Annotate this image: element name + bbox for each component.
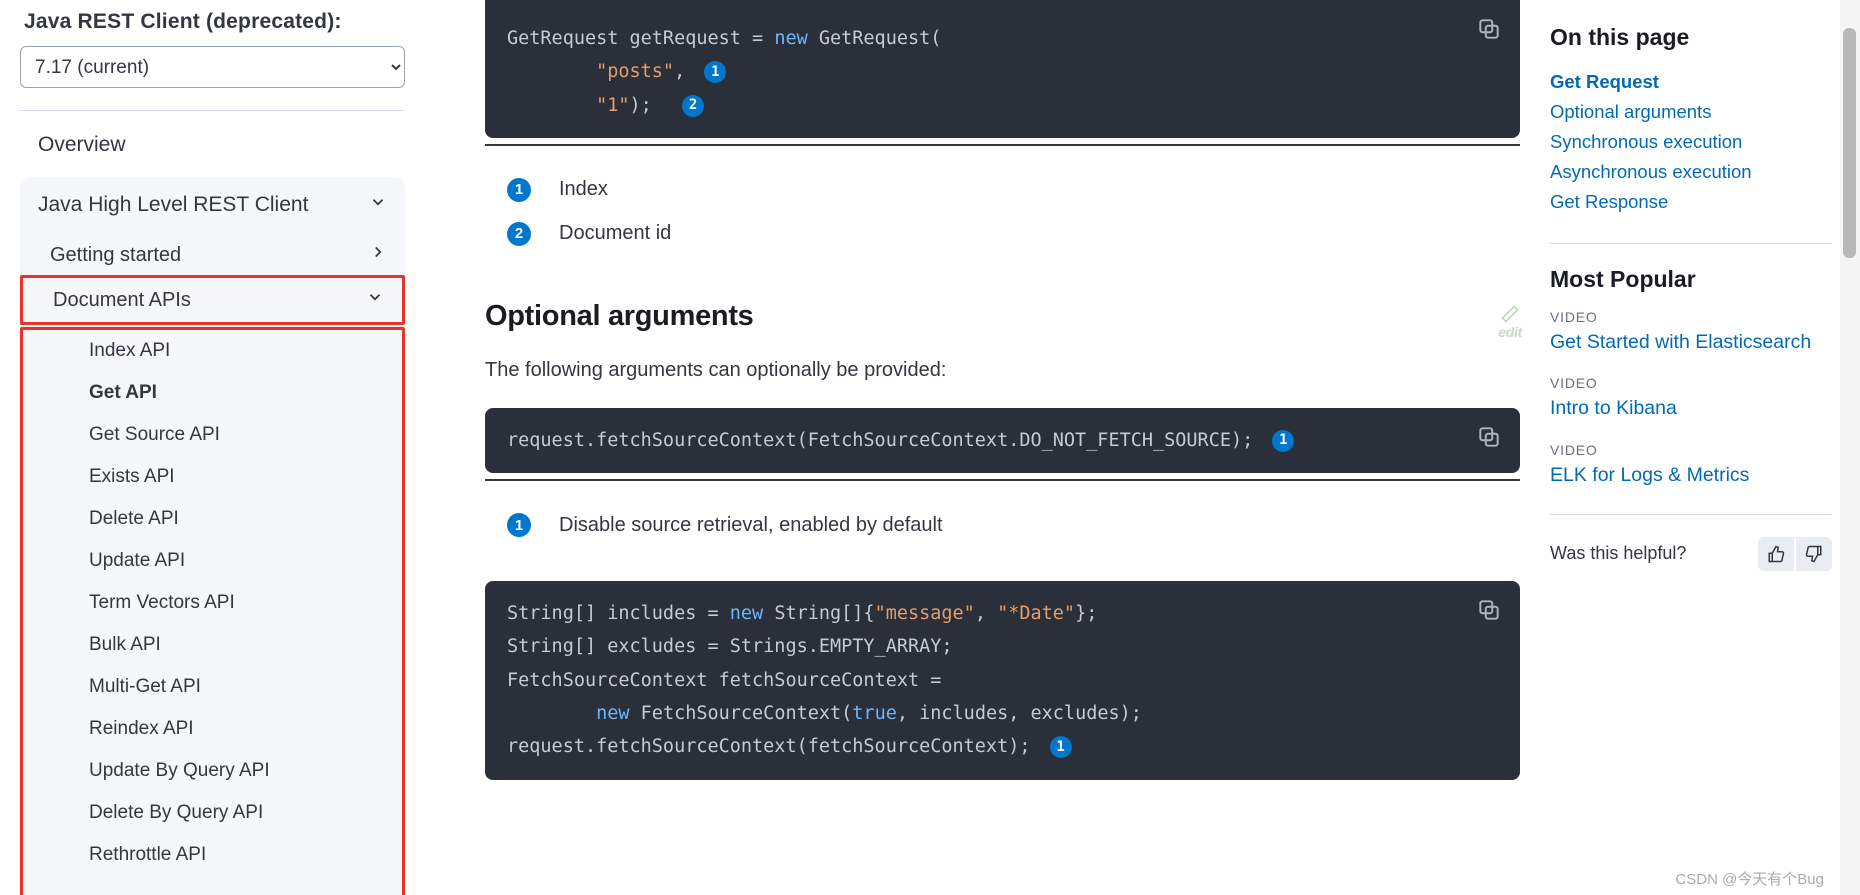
video-kicker: VIDEO bbox=[1550, 375, 1832, 391]
nav-getting-started[interactable]: Getting started bbox=[20, 233, 405, 277]
main-content: GetRequest getRequest = new GetRequest( … bbox=[445, 0, 1550, 895]
callout-badge: 1 bbox=[704, 61, 726, 83]
nav-rethrottle-api[interactable]: Rethrottle API bbox=[41, 834, 402, 876]
popular-link-elasticsearch[interactable]: Get Started with Elasticsearch bbox=[1550, 329, 1832, 355]
toc-link-synchronous[interactable]: Synchronous execution bbox=[1550, 127, 1832, 157]
callout-row: 2 Document id bbox=[485, 212, 1520, 256]
chevron-down-icon bbox=[366, 288, 384, 312]
toc-link-get-response[interactable]: Get Response bbox=[1550, 187, 1832, 217]
video-kicker: VIDEO bbox=[1550, 309, 1832, 325]
nav-item-label: Document APIs bbox=[53, 289, 191, 312]
nav-update-api[interactable]: Update API bbox=[41, 540, 402, 582]
callout-row: 1 Disable source retrieval, enabled by d… bbox=[485, 503, 1520, 547]
nav-item-label: Get API bbox=[89, 382, 157, 404]
nav-item-label: Term Vectors API bbox=[89, 592, 235, 614]
divider bbox=[485, 479, 1520, 481]
thumbs-down-button[interactable] bbox=[1796, 537, 1832, 571]
nav-item-label: Delete API bbox=[89, 508, 179, 530]
nav-get-api[interactable]: Get API bbox=[41, 372, 402, 414]
nav-delete-api[interactable]: Delete API bbox=[41, 498, 402, 540]
nav-index-api[interactable]: Index API bbox=[41, 330, 402, 372]
nav-delete-by-query-api[interactable]: Delete By Query API bbox=[41, 792, 402, 834]
feedback-row: Was this helpful? bbox=[1550, 537, 1832, 571]
callout-text: Index bbox=[559, 178, 608, 201]
nav-term-vectors-api[interactable]: Term Vectors API bbox=[41, 582, 402, 624]
nav-item-label: Rethrottle API bbox=[89, 844, 206, 866]
nav-document-apis[interactable]: Document APIs bbox=[23, 278, 402, 322]
callout-badge: 1 bbox=[507, 513, 531, 537]
toc-link-optional-arguments[interactable]: Optional arguments bbox=[1550, 97, 1832, 127]
product-label: Java REST Client (deprecated): bbox=[20, 0, 425, 46]
callout-badge: 2 bbox=[507, 222, 531, 246]
nav-item-label: Multi-Get API bbox=[89, 676, 201, 698]
nav-group: Java High Level REST Client Getting star… bbox=[20, 177, 405, 895]
code-block-get-request: GetRequest getRequest = new GetRequest( … bbox=[485, 0, 1520, 138]
nav-bulk-api[interactable]: Bulk API bbox=[41, 624, 402, 666]
version-select[interactable]: 7.17 (current) bbox=[20, 46, 405, 88]
divider bbox=[1550, 514, 1832, 515]
callout-text: Document id bbox=[559, 222, 671, 245]
nav-item-label: Exists API bbox=[89, 466, 175, 488]
copy-icon[interactable] bbox=[1476, 424, 1502, 450]
callout-badge: 2 bbox=[682, 95, 704, 117]
nav-update-by-query-api[interactable]: Update By Query API bbox=[41, 750, 402, 792]
toc-link-asynchronous[interactable]: Asynchronous execution bbox=[1550, 157, 1832, 187]
callout-badge: 1 bbox=[1050, 736, 1072, 758]
divider bbox=[1550, 243, 1832, 244]
popular-link-elk[interactable]: ELK for Logs & Metrics bbox=[1550, 462, 1832, 488]
nav-overview[interactable]: Overview bbox=[20, 127, 425, 177]
video-kicker: VIDEO bbox=[1550, 442, 1832, 458]
code-block-fetch-source: request.fetchSourceContext(FetchSourceCo… bbox=[485, 408, 1520, 473]
nav-reindex-api[interactable]: Reindex API bbox=[41, 708, 402, 750]
code-block-includes-excludes: String[] includes = new String[]{"messag… bbox=[485, 581, 1520, 779]
nav-item-label: Getting started bbox=[50, 244, 181, 267]
nav-item-label: Delete By Query API bbox=[89, 802, 263, 824]
thumbs-up-button[interactable] bbox=[1758, 537, 1794, 571]
callout-badge: 1 bbox=[1272, 430, 1294, 452]
divider bbox=[20, 110, 405, 111]
feedback-label: Was this helpful? bbox=[1550, 543, 1686, 564]
sidebar: Java REST Client (deprecated): 7.17 (cur… bbox=[0, 0, 445, 895]
nav-exists-api[interactable]: Exists API bbox=[41, 456, 402, 498]
divider bbox=[485, 144, 1520, 146]
callout-row: 1 Index bbox=[485, 168, 1520, 212]
watermark: CSDN @今天有个Bug bbox=[1675, 868, 1824, 889]
toc-title: On this page bbox=[1550, 24, 1832, 51]
page-scrollbar[interactable] bbox=[1840, 0, 1860, 895]
section-heading-optional-arguments: Optional arguments edit bbox=[485, 300, 1520, 333]
nav-item-label: Reindex API bbox=[89, 718, 194, 740]
nav-item-label: Get Source API bbox=[89, 424, 220, 446]
nav-item-label: Index API bbox=[89, 340, 170, 362]
paragraph: The following arguments can optionally b… bbox=[485, 359, 1520, 382]
copy-icon[interactable] bbox=[1476, 597, 1502, 623]
chevron-right-icon bbox=[369, 243, 387, 267]
nav-item-label: Update By Query API bbox=[89, 760, 270, 782]
page-scroll-thumb[interactable] bbox=[1843, 28, 1856, 258]
right-rail: On this page Get Request Optional argume… bbox=[1550, 0, 1860, 895]
nav-item-label: Bulk API bbox=[89, 634, 161, 656]
callout-text: Disable source retrieval, enabled by def… bbox=[559, 514, 943, 537]
nav-item-label: Update API bbox=[89, 550, 185, 572]
nav-multi-get-api[interactable]: Multi-Get API bbox=[41, 666, 402, 708]
copy-icon[interactable] bbox=[1476, 16, 1502, 42]
chevron-down-icon bbox=[369, 193, 387, 217]
popular-title: Most Popular bbox=[1550, 266, 1832, 293]
popular-link-kibana[interactable]: Intro to Kibana bbox=[1550, 395, 1832, 421]
callout-badge: 1 bbox=[507, 178, 531, 202]
nav-section-label: Java High Level REST Client bbox=[38, 193, 308, 217]
edit-icon[interactable]: edit bbox=[1498, 304, 1522, 340]
nav-section-hlrc[interactable]: Java High Level REST Client bbox=[20, 177, 405, 233]
nav-get-source-api[interactable]: Get Source API bbox=[41, 414, 402, 456]
toc-link-get-request[interactable]: Get Request bbox=[1550, 67, 1832, 97]
